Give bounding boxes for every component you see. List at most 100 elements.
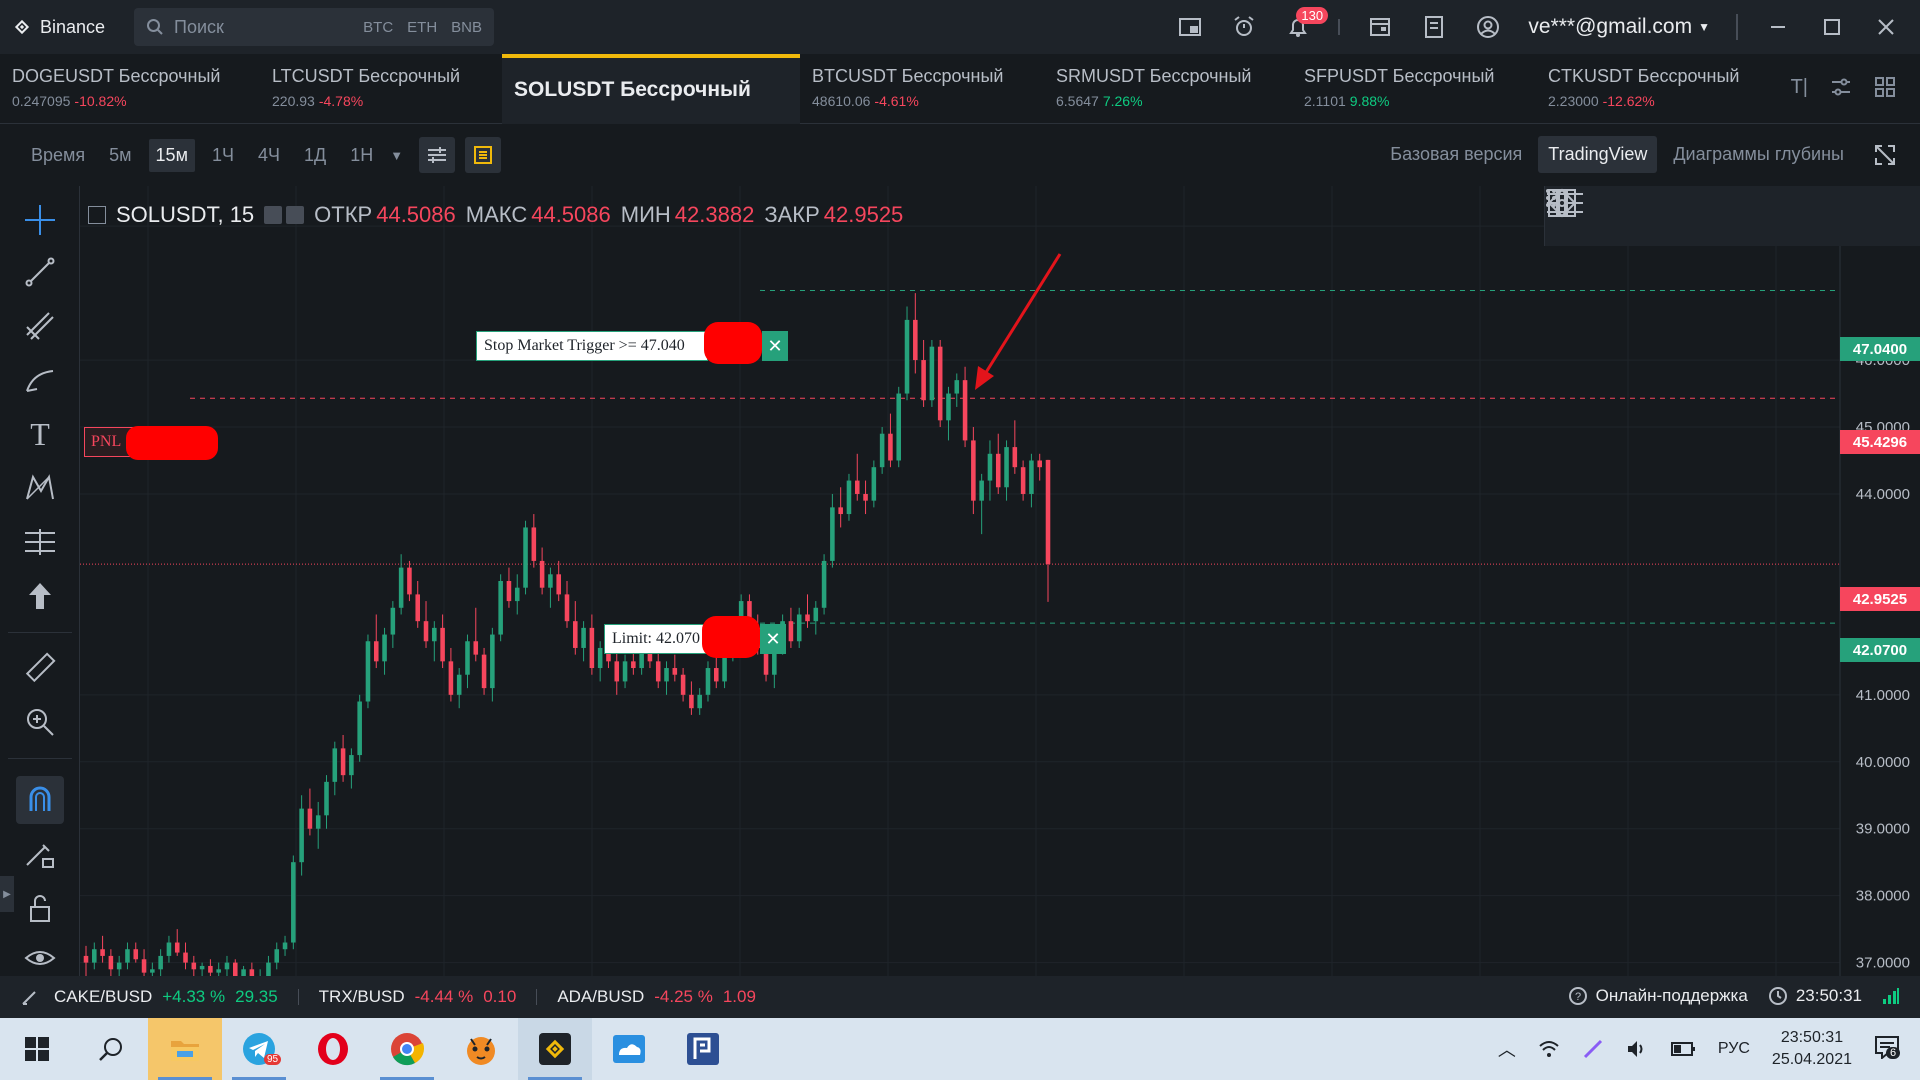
alarm-icon[interactable] (1230, 13, 1258, 41)
binance-app-icon[interactable] (518, 1018, 592, 1080)
sell-arrow-down-icon[interactable] (1545, 186, 1579, 220)
account-avatar-icon[interactable] (1474, 13, 1502, 41)
interval-4h[interactable]: 4Ч (251, 139, 287, 172)
windows-start-icon[interactable] (0, 1018, 74, 1080)
opera-browser-icon[interactable] (296, 1018, 370, 1080)
notifications-icon[interactable]: 6 (1874, 1035, 1901, 1064)
binance-logo[interactable]: Binance (12, 17, 105, 38)
limit-order-label[interactable]: Limit: 42.070 (604, 624, 708, 654)
contract-tab-btc[interactable]: BTCUSDT Бессрочный 48610.06 -4.61% (800, 54, 1015, 124)
eye-icon[interactable] (16, 934, 64, 982)
fib-tool-icon[interactable] (16, 302, 64, 350)
candle-body (108, 955, 114, 970)
magnet-icon[interactable] (16, 776, 64, 824)
contract-tab-doge[interactable]: DOGEUSDT Бессрочный 0.247095 -10.82% (0, 54, 232, 124)
search-input[interactable]: Поиск BTC ETH BNB (134, 8, 494, 46)
support-link[interactable]: ? Онлайн-поддержка (1568, 986, 1748, 1006)
interval-1d[interactable]: 1Д (297, 139, 333, 172)
candle-body (1045, 459, 1051, 565)
ticker-item-trx[interactable]: TRX/BUSD -4.44 % 0.10 (319, 987, 517, 1007)
text-tool-icon[interactable]: T (16, 410, 64, 458)
legend-eye-icon[interactable] (264, 206, 283, 224)
chrome-browser-icon[interactable] (370, 1018, 444, 1080)
measure-levels-icon[interactable] (16, 518, 64, 566)
interval-1h[interactable]: 1Ч (205, 139, 241, 172)
close-value: 42.9525 (823, 202, 904, 227)
ruler-icon[interactable] (16, 644, 64, 692)
contract-tab-ltc[interactable]: LTCUSDT Бессрочный 220.93 -4.78% (260, 54, 472, 124)
candle-body (382, 634, 387, 662)
interval-5m[interactable]: 5м (102, 139, 138, 172)
orders-icon[interactable] (1420, 13, 1448, 41)
keyboard-language[interactable]: РУС (1718, 1040, 1750, 1058)
minimize-icon[interactable] (1764, 13, 1792, 41)
quick-link-btc[interactable]: BTC (363, 19, 393, 36)
candle-body (573, 621, 578, 648)
legend-settings-icon[interactable] (286, 206, 305, 224)
trend-line-icon[interactable] (16, 248, 64, 296)
interval-15m[interactable]: 15м (148, 138, 195, 172)
contract-tab-srm[interactable]: SRMUSDT Бессрочный 6.5647 7.26% (1044, 54, 1263, 124)
lock-drawings-pencil-icon[interactable] (16, 830, 64, 878)
contract-name: LTCUSDT Бессрочный (272, 66, 461, 86)
wallet-icon[interactable] (1366, 13, 1394, 41)
tray-expand-icon[interactable]: ︿ (1498, 1036, 1516, 1062)
contract-tab-ctk[interactable]: CTKUSDT Бессрочный 2.23000 -12.62% (1536, 54, 1751, 124)
candle-body (133, 949, 139, 960)
high-value: 44.5086 (531, 202, 611, 227)
ticker-item-ada[interactable]: ADA/BUSD -4.25 % 1.09 (557, 987, 756, 1007)
wifi-icon[interactable] (1538, 1038, 1560, 1060)
close-icon[interactable] (1872, 13, 1900, 41)
stop-order-cancel-icon[interactable]: ✕ (762, 331, 788, 361)
unlock-icon[interactable] (16, 884, 64, 932)
arrow-up-icon[interactable] (16, 572, 64, 620)
cloud-drive-icon[interactable] (592, 1018, 666, 1080)
grid-layout-icon[interactable] (1874, 76, 1896, 98)
interval-time[interactable]: Время (24, 139, 92, 172)
contract-tab-sol[interactable]: SOLUSDT Бессрочный (502, 54, 800, 124)
terminal-app-icon[interactable] (666, 1018, 740, 1080)
ticker-item-cake[interactable]: CAKE/BUSD +4.33 % 29.35 (54, 987, 278, 1007)
volume-icon[interactable] (1626, 1038, 1648, 1060)
pen-icon[interactable] (1582, 1038, 1604, 1060)
title-bar: Binance Поиск BTC ETH BNB 130 ve***@gmai… (0, 0, 1920, 54)
stop-order-label[interactable]: Stop Market Trigger >= 47.040 (476, 331, 708, 361)
battery-icon[interactable] (1670, 1038, 1696, 1060)
candle-body (465, 641, 470, 675)
brush-icon[interactable] (16, 356, 64, 404)
order-list-icon[interactable] (465, 137, 502, 173)
tiger-app-icon[interactable] (444, 1018, 518, 1080)
price-chart[interactable]: 48.000046.000045.000044.000041.000040.00… (80, 186, 1920, 976)
candle-body (349, 755, 354, 776)
legend-collapse-icon[interactable] (88, 206, 106, 224)
text-size-icon[interactable]: T| (1791, 76, 1808, 99)
toolbar-collapse-arrow-icon[interactable]: ▶ (0, 876, 14, 912)
maximize-icon[interactable] (1818, 13, 1846, 41)
quick-link-bnb[interactable]: BNB (451, 19, 482, 36)
interval-1w[interactable]: 1Н (343, 139, 380, 172)
pattern-tool-icon[interactable] (16, 464, 64, 512)
crosshair-icon[interactable] (16, 196, 64, 244)
candle-body (174, 942, 180, 953)
taskbar-search-icon[interactable] (74, 1018, 148, 1080)
zoom-in-icon[interactable] (16, 698, 64, 746)
file-explorer-icon[interactable] (148, 1018, 222, 1080)
edit-pencil-icon[interactable] (20, 987, 40, 1007)
notification-bell-icon[interactable]: 130 (1284, 7, 1329, 41)
account-menu[interactable]: ve***@gmail.com ▼ (1528, 15, 1710, 39)
layout-icon[interactable] (1176, 13, 1204, 41)
contract-tab-sfp[interactable]: SFPUSDT Бессрочный 2.1101 9.88% (1292, 54, 1506, 124)
indicator-settings-icon[interactable] (419, 137, 456, 173)
telegram-icon[interactable]: 95 (222, 1018, 296, 1080)
system-clock[interactable]: 23:50:31 25.04.2021 (1772, 1027, 1852, 1071)
view-tradingview[interactable]: TradingView (1538, 136, 1658, 173)
settings-sliders-icon[interactable] (1830, 76, 1852, 98)
candle-body (398, 567, 404, 608)
quick-link-eth[interactable]: ETH (407, 19, 437, 36)
candle-body (291, 862, 296, 943)
view-basic[interactable]: Базовая версия (1380, 136, 1532, 173)
limit-order-cancel-icon[interactable]: ✕ (760, 624, 786, 654)
view-depth[interactable]: Диаграммы глубины (1663, 136, 1854, 173)
fullscreen-icon[interactable] (1874, 144, 1896, 166)
interval-dropdown-icon[interactable]: ▼ (390, 148, 403, 163)
